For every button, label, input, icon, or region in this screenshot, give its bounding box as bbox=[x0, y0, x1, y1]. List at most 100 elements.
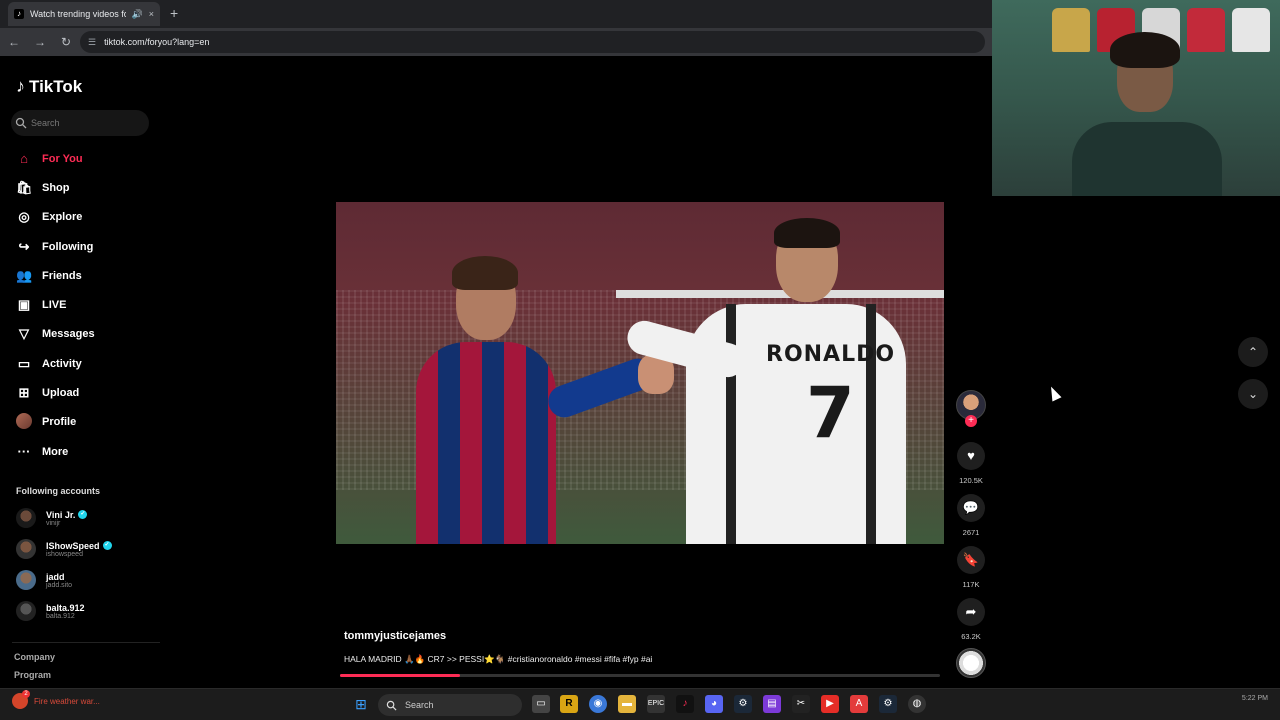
account-handle: vinijr bbox=[46, 519, 61, 527]
nav-explore[interactable]: ◎ Explore bbox=[16, 203, 95, 232]
follow-plus-icon[interactable]: + bbox=[965, 415, 977, 427]
file-explorer-icon[interactable]: ▬ bbox=[618, 695, 636, 713]
chrome-icon[interactable]: ◉ bbox=[589, 695, 607, 713]
fire-weather-icon: 2 bbox=[12, 690, 30, 709]
rockstar-icon[interactable]: R bbox=[560, 695, 578, 713]
tiktok-favicon: ♪ bbox=[14, 9, 24, 19]
tab-title: Watch trending videos for y bbox=[30, 9, 126, 19]
system-tray[interactable]: 5:22 PM bbox=[1242, 695, 1268, 702]
following-account[interactable]: jadd jadd.sito bbox=[16, 568, 156, 592]
nav-label: LIVE bbox=[42, 299, 67, 312]
nav-shop[interactable]: 🛍 Shop bbox=[16, 173, 95, 202]
nav-more[interactable]: ··· More bbox=[16, 437, 95, 466]
capcut-icon[interactable]: ✂ bbox=[792, 695, 810, 713]
site-info-icon[interactable]: ☰ bbox=[88, 37, 96, 48]
tiktok-note-icon: ♪ bbox=[16, 76, 25, 96]
nav-label: For You bbox=[42, 152, 83, 165]
steam-2-icon[interactable]: ⚙ bbox=[879, 695, 897, 713]
main-nav: ⌂ For You 🛍 Shop ◎ Explore ↪ Following 👥 Frie… bbox=[16, 144, 95, 466]
like-icon[interactable]: ♥ bbox=[957, 442, 985, 470]
task-view-icon[interactable]: ▭ bbox=[532, 695, 550, 713]
player-right: RONALDO 7 bbox=[623, 218, 926, 544]
mouse-cursor-icon bbox=[1046, 384, 1062, 402]
search-input[interactable]: Search bbox=[11, 110, 149, 136]
url-text: tiktok.com/foryou?lang=en bbox=[104, 37, 210, 47]
clip-app-icon[interactable]: ▤ bbox=[763, 695, 781, 713]
taskbar-search[interactable]: Search bbox=[378, 694, 522, 716]
player-left bbox=[416, 256, 674, 544]
bookmark-icon[interactable]: 🔖 bbox=[957, 546, 985, 574]
comment-count: 2671 bbox=[962, 528, 980, 537]
following-icon: ↪ bbox=[18, 238, 30, 254]
nav-activity[interactable]: ▭ Activity bbox=[16, 349, 95, 378]
avatar bbox=[16, 601, 36, 621]
video-caption: HALA MADRID 🙏🏾🔥 CR7 >> PESSI⭐🐐 #cristian… bbox=[344, 654, 653, 664]
nav-live[interactable]: ▣ LIVE bbox=[16, 290, 95, 319]
activity-icon: ▭ bbox=[17, 355, 31, 371]
live-icon: ▣ bbox=[17, 297, 31, 313]
new-tab-button[interactable]: + bbox=[170, 5, 178, 21]
taskbar-search-placeholder: Search bbox=[405, 700, 434, 710]
nav-friends[interactable]: 👥 Friends bbox=[16, 261, 95, 290]
youtube-icon[interactable]: ▶ bbox=[821, 695, 839, 713]
browser-tab-strip: ♪ Watch trending videos for y 🔊 × + bbox=[0, 0, 992, 28]
nav-upload[interactable]: ⊞ Upload bbox=[16, 378, 95, 407]
footer-link-program[interactable]: Program bbox=[14, 670, 51, 680]
address-bar[interactable]: ☰ tiktok.com/foryou?lang=en bbox=[80, 31, 985, 53]
verified-icon: ✓ bbox=[102, 541, 112, 550]
nav-label: Friends bbox=[42, 269, 82, 282]
forward-icon[interactable]: → bbox=[28, 35, 52, 49]
streamer bbox=[1072, 32, 1222, 196]
epic-games-icon[interactable]: EPIC bbox=[647, 695, 665, 713]
tiktok-app-icon[interactable]: ♪ bbox=[676, 695, 694, 713]
progress-fill bbox=[340, 674, 460, 677]
search-placeholder: Search bbox=[31, 118, 60, 128]
speaker-icon[interactable]: 🔊 bbox=[132, 9, 143, 20]
account-name: Vini Jr. bbox=[46, 509, 76, 520]
nav-label: Activity bbox=[42, 357, 82, 370]
wall-jersey bbox=[1232, 8, 1270, 52]
following-accounts-header: Following accounts bbox=[16, 486, 101, 496]
sound-disc-icon[interactable] bbox=[956, 648, 986, 678]
account-handle: balta.912 bbox=[46, 612, 75, 620]
nav-label: Explore bbox=[42, 211, 83, 224]
video-author[interactable]: tommyjusticejames bbox=[344, 630, 446, 642]
save-count: 117K bbox=[962, 580, 980, 589]
steam-icon[interactable]: ⚙ bbox=[734, 695, 752, 713]
verified-icon: ✓ bbox=[78, 510, 88, 519]
weather-label: Fire weather war... bbox=[34, 696, 100, 706]
nav-for-you[interactable]: ⌂ For You bbox=[16, 144, 95, 173]
nav-label: Shop bbox=[42, 181, 70, 194]
windows-start-icon[interactable]: ⊞ bbox=[352, 695, 370, 713]
jersey-number: 7 bbox=[806, 372, 855, 454]
comment-icon[interactable]: 💬 bbox=[957, 494, 985, 522]
following-account[interactable]: IShowSpeed ✓ ishowspeed bbox=[16, 537, 156, 561]
reload-icon[interactable]: ↻ bbox=[54, 35, 78, 49]
compass-icon: ◎ bbox=[18, 209, 30, 225]
previous-video-button[interactable]: ⌃ bbox=[1238, 337, 1268, 367]
nav-profile[interactable]: Profile bbox=[16, 408, 95, 437]
browser-tab[interactable]: ♪ Watch trending videos for y 🔊 × bbox=[8, 2, 160, 26]
tab-close-icon[interactable]: × bbox=[149, 9, 154, 19]
account-handle: ishowspeed bbox=[46, 550, 83, 558]
avatar bbox=[16, 412, 32, 429]
account-handle: jadd.sito bbox=[46, 581, 73, 589]
nav-messages[interactable]: ▽ Messages bbox=[16, 320, 95, 349]
avatar bbox=[16, 508, 36, 528]
tiktok-logo[interactable]: ♪ TikTok bbox=[16, 76, 82, 97]
back-icon[interactable]: ← bbox=[2, 35, 26, 49]
video-progress-bar[interactable] bbox=[340, 674, 940, 677]
obs-icon[interactable]: ◍ bbox=[908, 695, 926, 713]
following-account[interactable]: balta.912 balta.912 bbox=[16, 599, 156, 623]
nav-following[interactable]: ↪ Following bbox=[16, 232, 95, 261]
next-video-button[interactable]: ⌄ bbox=[1238, 379, 1268, 409]
logo-text: TikTok bbox=[29, 76, 83, 96]
adobe-icon[interactable]: A bbox=[850, 695, 868, 713]
share-icon[interactable]: ➦ bbox=[957, 598, 985, 626]
footer-link-company[interactable]: Company bbox=[14, 652, 55, 662]
video-player[interactable]: RONALDO 7 bbox=[336, 202, 944, 544]
following-account[interactable]: Vini Jr. ✓ vinijr bbox=[16, 506, 156, 530]
weather-widget[interactable]: 2 Fire weather war... bbox=[12, 690, 100, 709]
like-count: 120.5K bbox=[959, 476, 983, 485]
discord-icon[interactable]: ◕ bbox=[705, 695, 723, 713]
